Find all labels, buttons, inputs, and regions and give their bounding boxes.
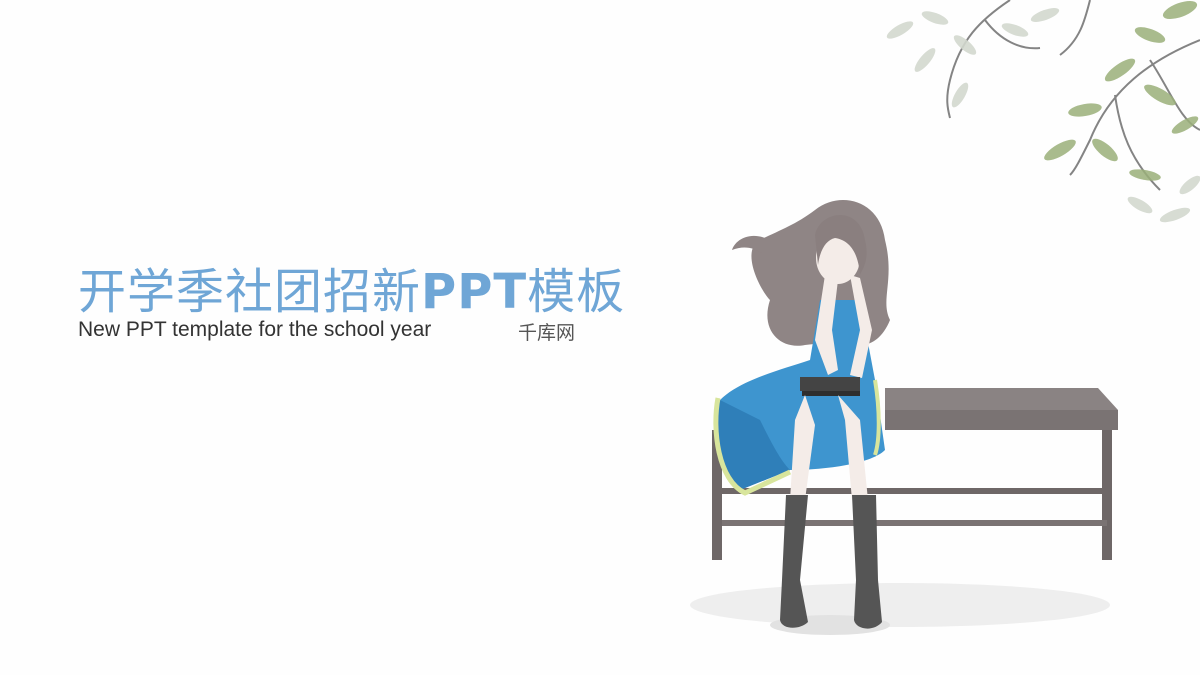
slide-title-latin: PPT (421, 264, 528, 320)
slide: 开学季社团招新PPT模板 New PPT template for the sc… (0, 0, 1200, 675)
slide-title-cn-tail: 模板 (527, 264, 626, 320)
slide-subtitle: New PPT template for the school year (78, 318, 432, 341)
slide-title-cn: 开学季社团招新 (78, 264, 422, 320)
slide-title: 开学季社团招新PPT模板 (78, 252, 625, 322)
brand-text: 千库网 (518, 322, 576, 344)
